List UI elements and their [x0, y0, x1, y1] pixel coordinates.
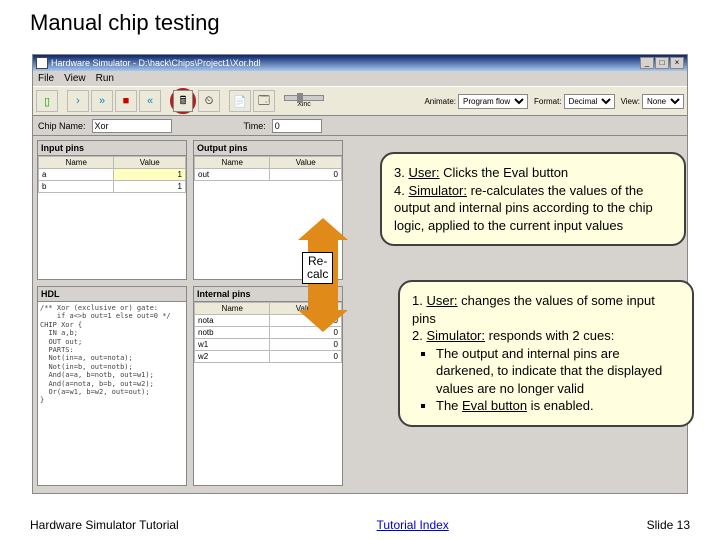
speed-slider[interactable] [284, 95, 324, 101]
table-row: w20 [195, 351, 342, 363]
tick-button[interactable]: ⏲ [198, 90, 220, 112]
footer-right: Slide 13 [647, 518, 690, 532]
table-row[interactable]: b1 [39, 181, 186, 193]
minimize-button[interactable]: _ [640, 57, 654, 69]
app-window: Hardware Simulator - D:\hack\Chips\Proje… [32, 54, 688, 494]
arrow-down-icon [298, 310, 348, 332]
hdl-title: HDL [38, 287, 186, 302]
screen-button[interactable]: 🗔 [253, 90, 275, 112]
maximize-button[interactable]: □ [655, 57, 669, 69]
hdl-panel: HDL /** Xor (exclusive or) gate: if a<>b… [37, 286, 187, 486]
eval-button[interactable]: 🖩 [173, 90, 193, 112]
chip-name-label: Chip Name: [38, 121, 86, 131]
eval-button-highlight: 🖩 [170, 88, 196, 114]
format-label: Format: [534, 97, 562, 106]
col-name: Name [195, 157, 270, 169]
output-pins-table: NameValue out0 [194, 156, 342, 181]
tutorial-index-link[interactable]: Tutorial Index [377, 518, 449, 532]
animate-select[interactable]: Program flow [458, 94, 528, 109]
window-title: Hardware Simulator - D:\hack\Chips\Proje… [51, 58, 261, 68]
namebar: Chip Name: Time: [33, 116, 687, 136]
step-button[interactable]: › [67, 90, 89, 112]
app-icon [36, 57, 48, 69]
bullet: The output and internal pins are darkene… [436, 345, 680, 398]
input-pins-table: NameValue a1 b1 [38, 156, 186, 193]
col-name: Name [195, 303, 270, 315]
col-value: Value [270, 157, 342, 169]
table-row[interactable]: a1 [39, 169, 186, 181]
view-select[interactable]: None [642, 94, 684, 109]
format-select[interactable]: Decimal [564, 94, 615, 109]
table-row: out0 [195, 169, 342, 181]
callout-bottom: 1. User: changes the values of some inpu… [398, 280, 694, 427]
footer: Hardware Simulator Tutorial Tutorial Ind… [0, 518, 720, 532]
menu-file[interactable]: File [38, 73, 54, 84]
toolbar: ▯ › » ■ « 🖩 ⏲ 📄 🗔 Xinc Animate: Program … [33, 86, 687, 116]
arrow-up-icon [298, 218, 348, 240]
input-pins-panel: Input pins NameValue a1 b1 [37, 140, 187, 280]
close-button[interactable]: × [670, 57, 684, 69]
col-name: Name [39, 157, 114, 169]
script-button[interactable]: 📄 [229, 90, 251, 112]
recalc-label: Re-calc [302, 252, 333, 284]
menu-view[interactable]: View [64, 73, 86, 84]
stop-button[interactable]: ■ [115, 90, 137, 112]
chip-name-field[interactable] [92, 119, 172, 133]
open-chip-button[interactable]: ▯ [36, 90, 58, 112]
bullet: The Eval button is enabled. [436, 397, 680, 415]
animate-label: Animate: [424, 97, 456, 106]
footer-left: Hardware Simulator Tutorial [30, 518, 179, 532]
input-pins-title: Input pins [38, 141, 186, 156]
run-button[interactable]: » [91, 90, 113, 112]
slide-title: Manual chip testing [30, 10, 220, 36]
menu-run[interactable]: Run [96, 73, 114, 84]
menubar: File View Run [33, 71, 687, 86]
table-row: w10 [195, 339, 342, 351]
time-label: Time: [244, 121, 266, 131]
titlebar: Hardware Simulator - D:\hack\Chips\Proje… [33, 55, 687, 71]
time-field [272, 119, 322, 133]
output-pins-title: Output pins [194, 141, 342, 156]
view-label: View: [621, 97, 640, 106]
col-value: Value [114, 157, 186, 169]
hdl-text: /** Xor (exclusive or) gate: if a<>b out… [38, 302, 186, 407]
reset-button[interactable]: « [139, 90, 161, 112]
callout-top: 3. User: Clicks the Eval button 4. Simul… [380, 152, 686, 246]
